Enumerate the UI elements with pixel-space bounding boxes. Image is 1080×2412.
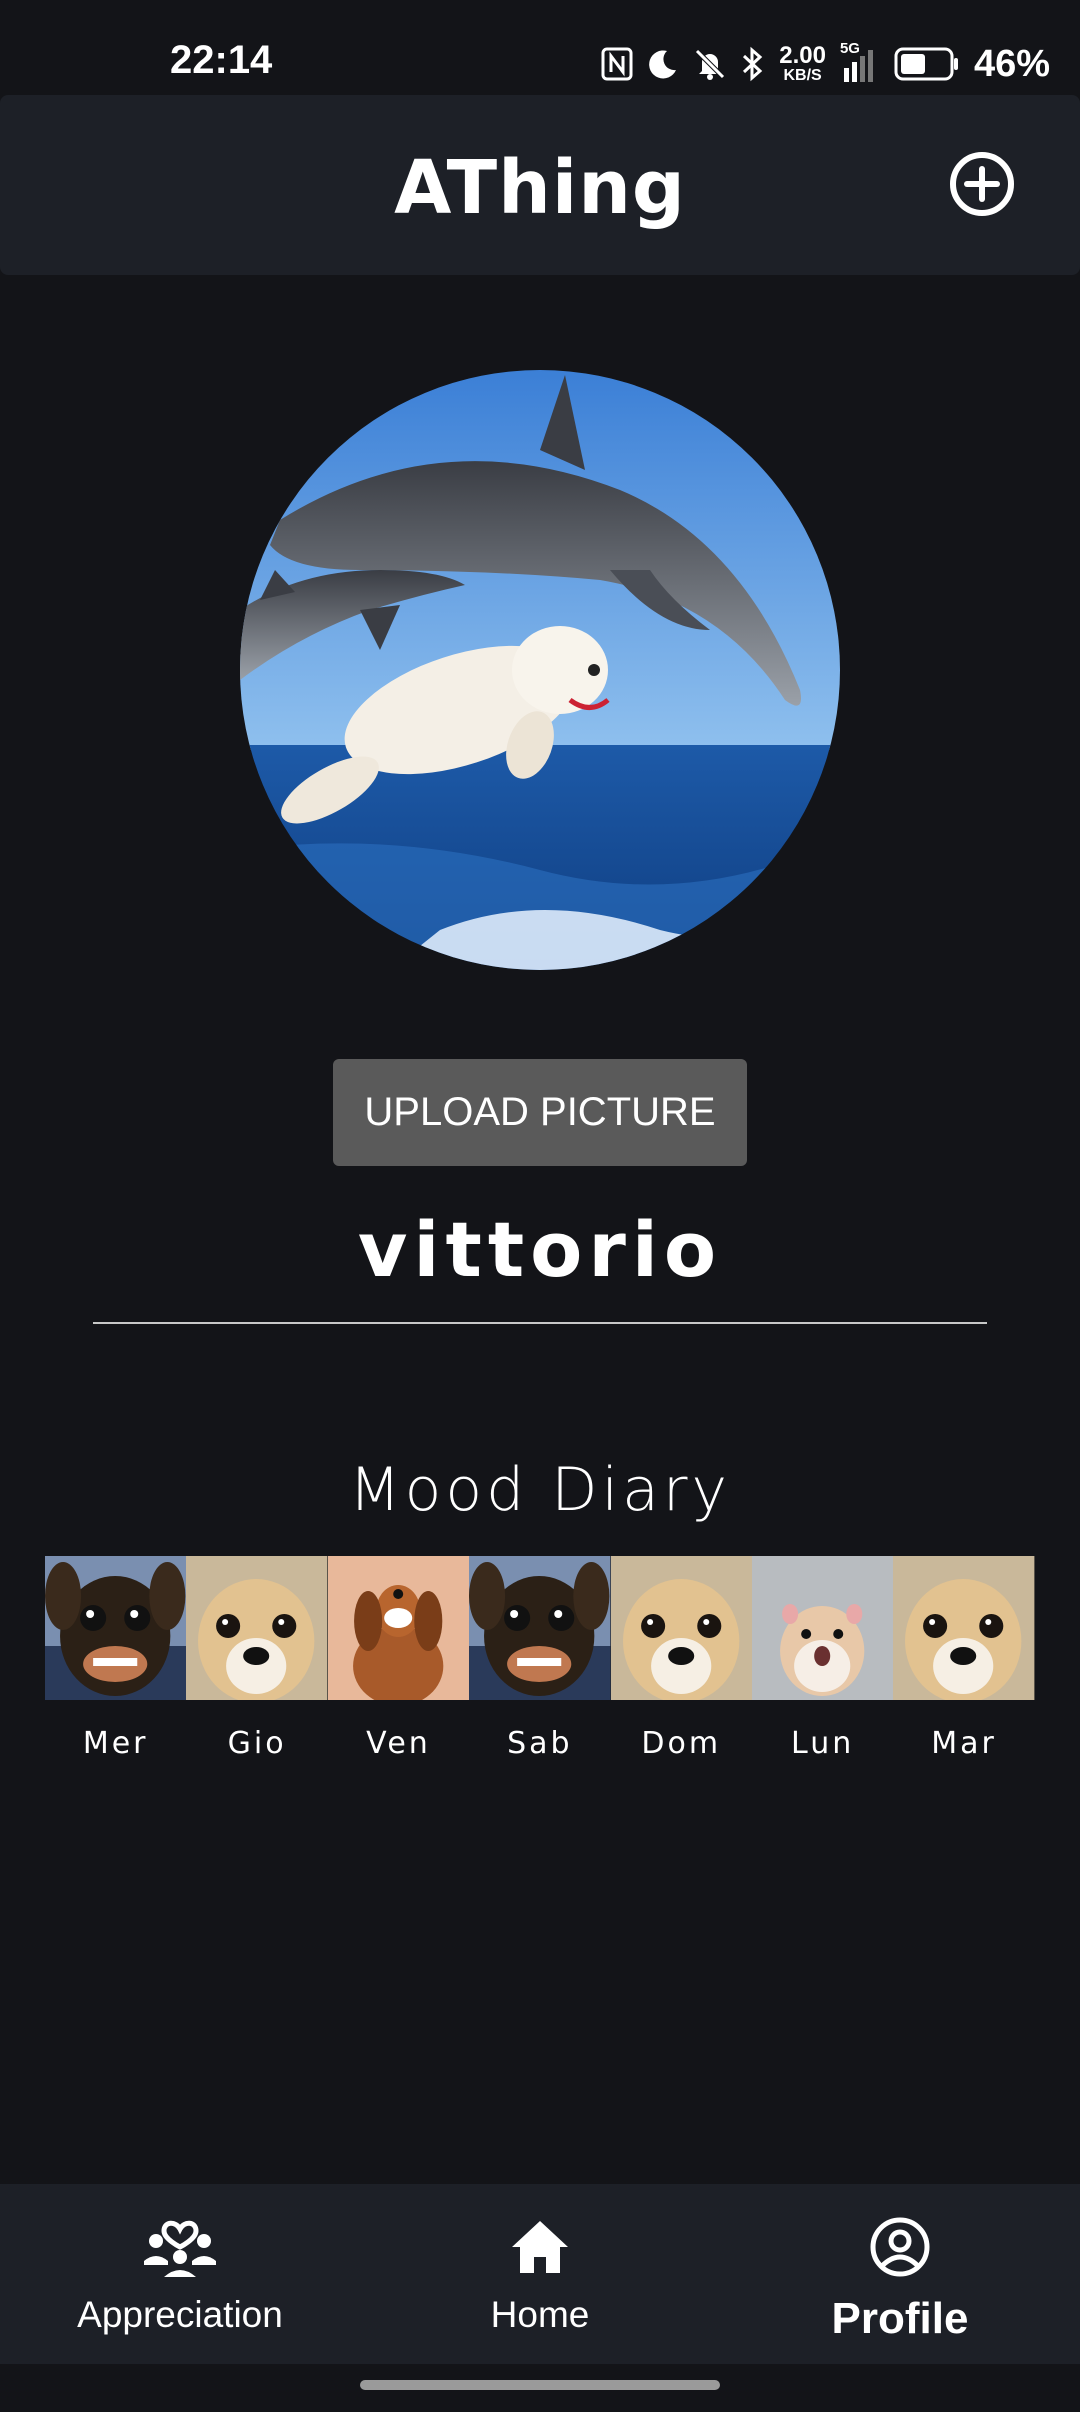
grinning-chihuahua-image (469, 1556, 611, 1700)
nfc-icon (601, 47, 633, 81)
bluetooth-icon (743, 46, 763, 82)
battery-percent: 46% (973, 42, 1050, 85)
mood-day-label: Lun (791, 1726, 855, 1761)
avatar[interactable] (240, 370, 840, 970)
staring-chihuahua-image (893, 1556, 1035, 1700)
status-icons: 2.00 KB/S 5G 46% (601, 36, 1050, 92)
upload-picture-button[interactable]: UPLOAD PICTURE (333, 1059, 747, 1166)
net-speed-value: 2.00 (779, 42, 826, 69)
bottom-nav: Appreciation Home Profile (0, 2184, 1080, 2364)
app-bar: AThing (0, 95, 1080, 275)
nav-label: Home (490, 2294, 590, 2335)
mood-day[interactable]: Mer (45, 1556, 187, 1761)
signal-icon: 5G (840, 40, 880, 84)
nav-label: Appreciation (77, 2294, 283, 2335)
avatar-image (240, 370, 840, 970)
surprised-hamster-image (751, 1556, 894, 1700)
app-title: AThing (394, 145, 686, 231)
home-icon (512, 2221, 568, 2273)
net-speed: 2.00 KB/S (779, 44, 826, 84)
staring-chihuahua-image (610, 1556, 752, 1700)
mood-diary-row: Mer Gio Ven Sab Dom Lun Mar (45, 1556, 1035, 1761)
mood-day[interactable]: Lun (751, 1556, 894, 1761)
nav-item-appreciation[interactable]: Appreciation (0, 2184, 360, 2364)
status-time: 22:14 (170, 38, 273, 82)
divider (93, 1322, 987, 1324)
mood-day-label: Mar (931, 1726, 997, 1761)
mood-day[interactable]: Gio (186, 1556, 328, 1761)
mood-day[interactable]: Mar (893, 1556, 1035, 1761)
laughing-dachshund-image (327, 1556, 470, 1700)
moon-icon (649, 50, 677, 79)
mood-day[interactable]: Ven (327, 1556, 470, 1761)
mood-day-label: Ven (366, 1726, 431, 1761)
gesture-bar[interactable] (360, 2380, 720, 2390)
mood-diary-title: Mood Diary (348, 1455, 732, 1525)
status-bar: 22:14 2.00 KB/S 5G 46% (0, 0, 1080, 95)
nav-label: Profile (831, 2294, 969, 2343)
nav-item-home[interactable]: Home (360, 2184, 720, 2364)
mood-day-label: Dom (641, 1726, 722, 1761)
username: vittorio (357, 1205, 723, 1294)
grinning-chihuahua-image (45, 1556, 187, 1700)
people-heart-icon (144, 2220, 216, 2277)
staring-chihuahua-image (186, 1556, 328, 1700)
bell-off-icon (695, 49, 725, 80)
account-circle-icon (870, 2217, 930, 2277)
mood-day-label: Sab (507, 1726, 573, 1761)
nav-item-profile[interactable]: Profile (720, 2184, 1080, 2364)
mood-day[interactable]: Sab (469, 1556, 611, 1761)
mood-day[interactable]: Dom (610, 1556, 752, 1761)
mood-day-label: Mer (82, 1726, 149, 1761)
net-speed-unit: KB/S (783, 67, 822, 84)
mood-day-label: Gio (227, 1726, 287, 1761)
battery-icon (894, 47, 958, 81)
plus-circle-icon[interactable] (948, 150, 1016, 218)
